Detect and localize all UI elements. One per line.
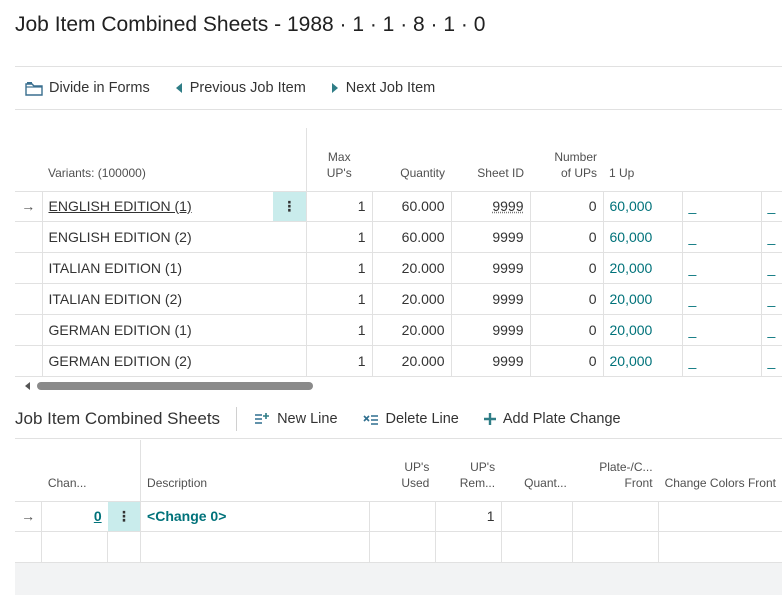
col-quantity[interactable]: Quant... — [501, 440, 573, 501]
divide-in-forms-button[interactable]: Divide in Forms — [25, 80, 150, 96]
variant-cell[interactable]: GERMAN EDITION (2) — [42, 345, 273, 377]
page-title: Job Item Combined Sheets - 1988 · 1 · 1 … — [15, 13, 486, 36]
add-plate-change-button[interactable]: Add Plate Change — [483, 411, 621, 427]
triangle-left-icon — [174, 82, 184, 94]
col-max-ups[interactable]: Max UP's — [306, 128, 372, 191]
table-row[interactable]: ITALIAN EDITION (1) 1 20.000 9999 0 20,0… — [15, 252, 782, 284]
section-title: Job Item Combined Sheets — [15, 409, 221, 428]
table-row[interactable]: → 0 ⋮ <Change 0> 1 — [15, 500, 782, 532]
toolbar-divider — [236, 407, 238, 431]
new-line-button[interactable]: New Line — [253, 411, 338, 427]
next-job-item-label: Next Job Item — [345, 80, 436, 96]
new-line-icon — [253, 412, 271, 427]
new-line-label: New Line — [277, 411, 338, 427]
row-arrow-icon: → — [15, 500, 43, 532]
change-cell[interactable]: 0 — [41, 500, 108, 532]
delete-line-button[interactable]: Delete Line — [362, 411, 459, 427]
col-change[interactable]: Chan... — [42, 440, 108, 501]
folder-icon — [25, 81, 43, 96]
triangle-right-icon — [330, 82, 340, 94]
col-ups-remaining[interactable]: UP's Rem... — [435, 440, 501, 501]
variant-cell[interactable]: ENGLISH EDITION (2) — [42, 221, 273, 253]
col-sheet-id[interactable]: Sheet ID — [451, 128, 530, 191]
add-plate-change-label: Add Plate Change — [502, 411, 621, 427]
previous-job-item-button[interactable]: Previous Job Item — [174, 80, 306, 96]
table-row[interactable]: ENGLISH EDITION (2) 1 60.000 9999 0 60,0… — [15, 221, 782, 253]
variant-cell[interactable]: ITALIAN EDITION (2) — [42, 283, 273, 315]
col-quantity[interactable]: Quantity — [372, 128, 451, 191]
row-menu-icon[interactable]: ⋮ — [107, 500, 142, 532]
divide-in-forms-label: Divide in Forms — [49, 80, 150, 96]
col-change-colors-front[interactable]: Change Colors Front — [659, 440, 782, 501]
col-plate-front[interactable]: Plate-/C... Front — [573, 440, 659, 501]
col-number-of-ups[interactable]: Number of UPs — [530, 128, 603, 191]
col-ups-used[interactable]: UP's Used — [370, 440, 436, 501]
empty-grid-area — [15, 563, 782, 595]
plus-icon — [483, 412, 497, 426]
combined-sheets-toolbar: Job Item Combined Sheets New Line Delete… — [15, 400, 782, 439]
table-row[interactable]: ITALIAN EDITION (2) 1 20.000 9999 0 20,0… — [15, 283, 782, 315]
col-description[interactable]: Description — [141, 440, 370, 501]
combined-sheets-grid: Chan... Description UP's Used UP's Rem... … — [15, 440, 782, 563]
previous-job-item-label: Previous Job Item — [189, 80, 306, 96]
row-menu-icon[interactable]: ⋮ — [273, 190, 307, 222]
col-variants[interactable]: Variants: (100000) — [42, 128, 273, 191]
col-1-up[interactable]: 1 Up — [603, 128, 682, 191]
variants-grid: Variants: (100000) Max UP's Quantity Shee… — [15, 128, 782, 377]
variant-cell[interactable]: ENGLISH EDITION (1) — [42, 190, 273, 222]
next-job-item-button[interactable]: Next Job Item — [330, 80, 435, 96]
description-cell[interactable]: <Change 0> — [140, 500, 371, 532]
table-row[interactable]: GERMAN EDITION (2) 1 20.000 9999 0 20,00… — [15, 345, 782, 377]
table-row[interactable]: → ENGLISH EDITION (1) ⋮ 1 60.000 9999 0 … — [15, 190, 782, 222]
table-row-empty[interactable] — [15, 531, 782, 563]
scroll-left-icon[interactable] — [25, 382, 30, 390]
scrollbar-thumb[interactable] — [37, 382, 313, 390]
action-toolbar: Divide in Forms Previous Job Item Next J… — [15, 66, 782, 110]
table-row[interactable]: GERMAN EDITION (1) 1 20.000 9999 0 20,00… — [15, 314, 782, 346]
delete-line-icon — [362, 412, 380, 427]
variant-cell[interactable]: ITALIAN EDITION (1) — [42, 252, 273, 284]
horizontal-scrollbar[interactable] — [15, 379, 782, 393]
row-arrow-icon: → — [15, 190, 43, 222]
variant-cell[interactable]: GERMAN EDITION (1) — [42, 314, 273, 346]
delete-line-label: Delete Line — [385, 411, 459, 427]
